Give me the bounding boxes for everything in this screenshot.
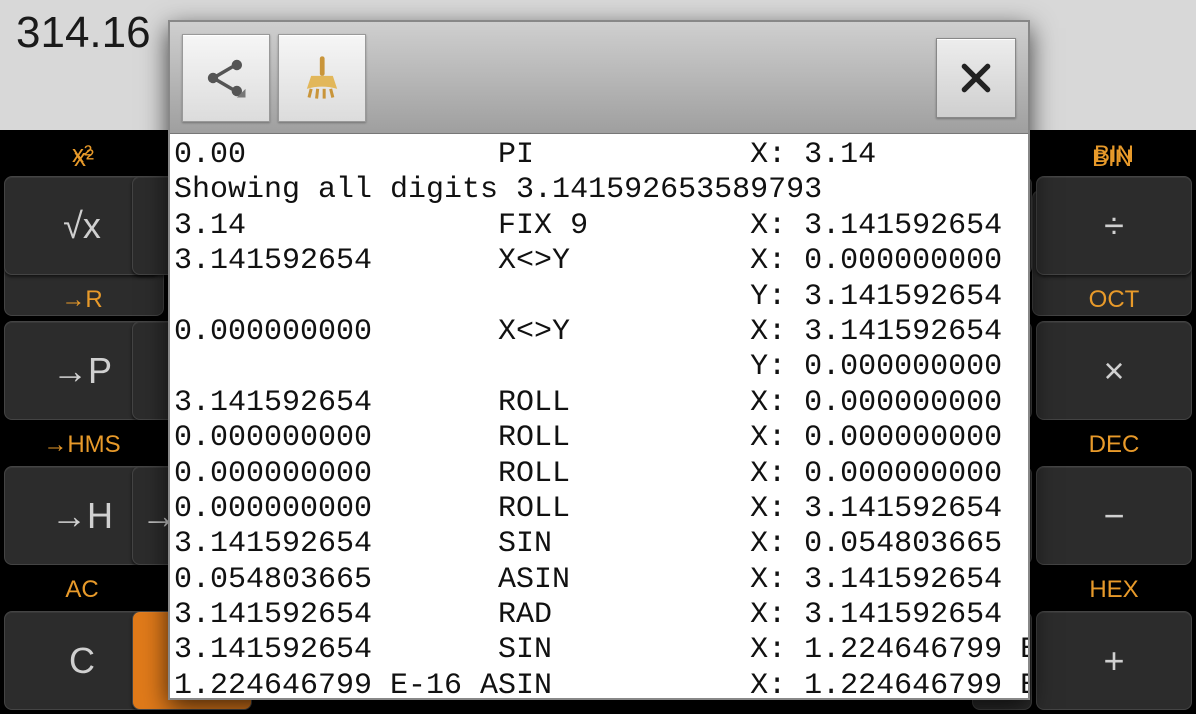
log-line: Showing all digits 3.141592653589793 (174, 173, 1024, 208)
key-minus[interactable]: − (1036, 466, 1192, 565)
modal-header (170, 22, 1028, 134)
log-line: 3.141592654 ROLL X: 0.000000000 (174, 386, 1024, 421)
log-line: 0.000000000 X<>Y X: 3.141592654 (174, 315, 1024, 350)
log-line: 3.141592654 X<>Y X: 0.000000000 (174, 244, 1024, 279)
share-button[interactable] (182, 34, 270, 122)
log-line: 3.141592654 SIN X: 1.224646799 E-16 (174, 633, 1024, 668)
share-icon (200, 52, 252, 104)
history-modal: 0.00 PI X: 3.14Showing all digits 3.1415… (168, 20, 1030, 700)
log-line: 0.000000000 ROLL X: 0.000000000 (174, 421, 1024, 456)
right-key-column: BIN ÷ OCT × DEC − HEX + (1036, 134, 1192, 710)
key-divide[interactable]: ÷ (1036, 176, 1192, 275)
lbl-DEC: DEC (1036, 424, 1192, 466)
display-value: 314.16 (16, 8, 151, 57)
history-log[interactable]: 0.00 PI X: 3.14Showing all digits 3.1415… (170, 134, 1028, 698)
close-button[interactable] (936, 38, 1016, 118)
log-line: 0.000000000 ROLL X: 3.141592654 (174, 492, 1024, 527)
key-plus[interactable]: + (1036, 611, 1192, 710)
log-line: 3.141592654 RAD X: 3.141592654 (174, 598, 1024, 633)
key-multiply[interactable]: × (1036, 321, 1192, 420)
log-line: 0.000000000 ROLL X: 0.000000000 (174, 457, 1024, 492)
log-line: 1.224646799 E-16 ASIN X: 1.224646799 E-1… (174, 669, 1024, 698)
log-line: 0.00 PI X: 3.14 (174, 138, 1024, 173)
log-line: Y: 0.000000000 (174, 350, 1024, 385)
log-line: 0.054803665 ASIN X: 3.141592654 (174, 563, 1024, 598)
lbl-OCT: OCT (1036, 279, 1192, 321)
lbl-BIN: BIN (1036, 134, 1192, 176)
broom-icon (296, 52, 348, 104)
clear-button[interactable] (278, 34, 366, 122)
close-icon (956, 58, 996, 98)
log-line: 3.141592654 SIN X: 0.054803665 (174, 527, 1024, 562)
calculator-app: 314.16 x² A G BIN √x ÷ x² √x →R →P →HMS … (0, 0, 1196, 714)
log-line: 3.14 FIX 9 X: 3.141592654 (174, 209, 1024, 244)
lbl-HEX: HEX (1036, 569, 1192, 611)
log-line: Y: 3.141592654 (174, 280, 1024, 315)
